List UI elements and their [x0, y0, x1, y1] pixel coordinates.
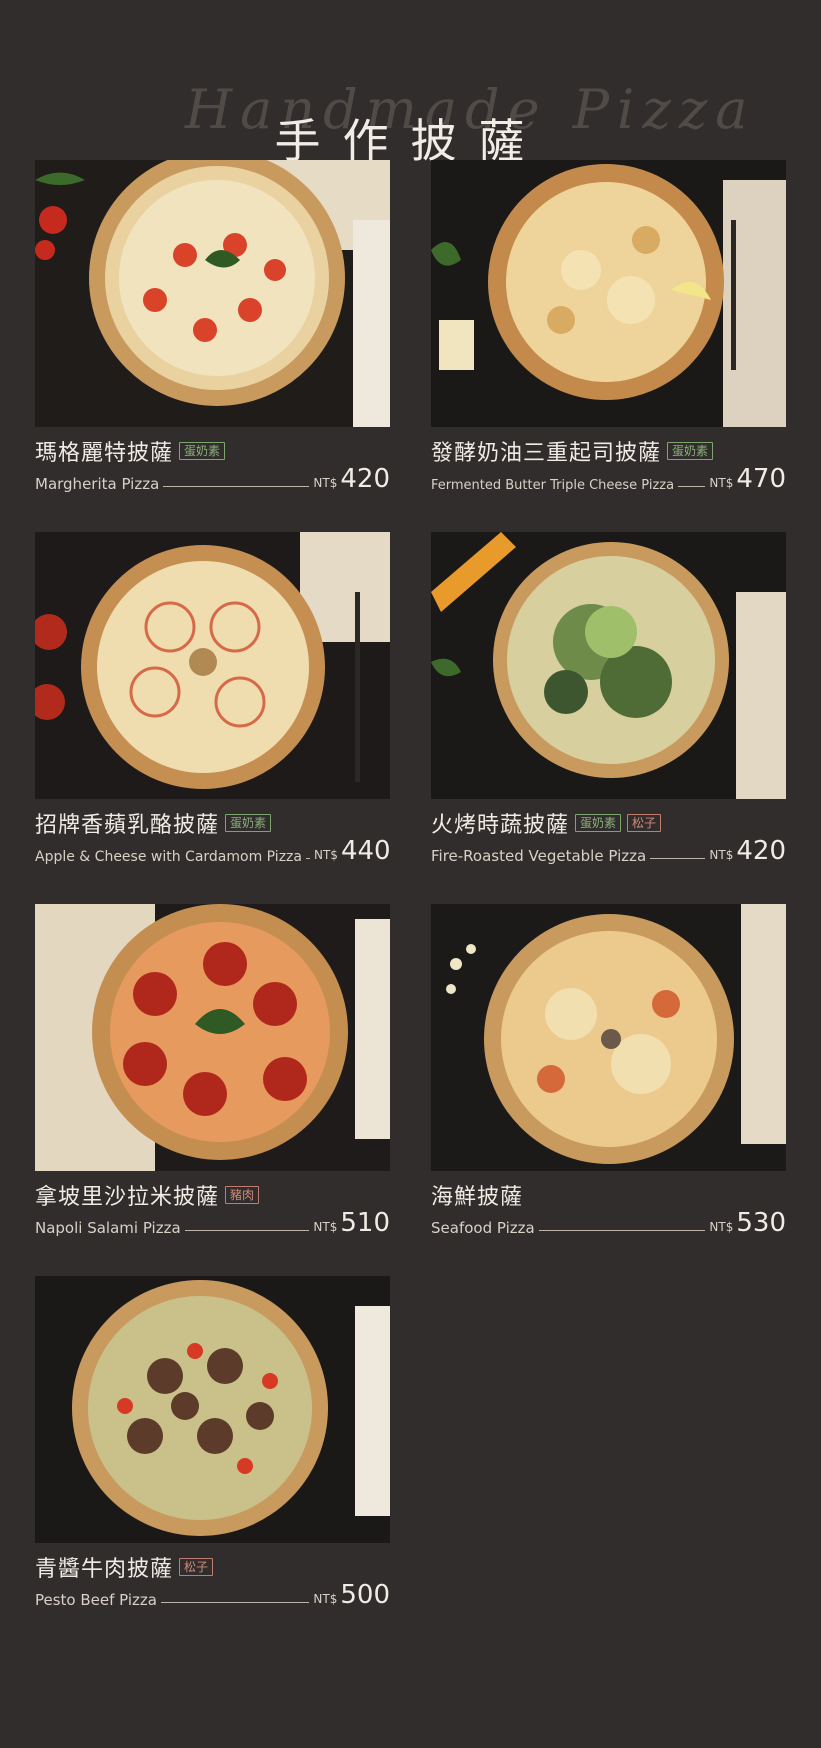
item-price: 530 [736, 1208, 786, 1238]
item-name-row: 瑪格麗特披薩 蛋奶素 [35, 436, 226, 466]
item-price: 470 [736, 464, 786, 494]
item-name-en: Fermented Butter Triple Cheese Pizza [431, 478, 675, 493]
item-name-row: 火烤時蔬披薩 蛋奶素 松子 [431, 808, 662, 838]
item-name-row: 發酵奶油三重起司披薩 蛋奶素 [431, 436, 714, 466]
diet-tag: 蛋奶素 [225, 814, 272, 832]
item-name-zh: 招牌香蘋乳酪披薩 [35, 813, 220, 838]
currency-label: NT$ [313, 848, 338, 862]
item-name-zh: 發酵奶油三重起司披薩 [431, 441, 662, 466]
item-name-zh: 青醬牛肉披薩 [35, 1557, 174, 1582]
menu-item-triple-cheese: 發酵奶油三重起司披薩 蛋奶素 Fermented Butter Triple C… [431, 160, 786, 493]
menu-item-apple-cheese: 招牌香蘋乳酪披薩 蛋奶素 Apple & Cheese with Cardamo… [35, 532, 391, 866]
pizza-photo [431, 160, 786, 427]
currency-label: NT$ [313, 476, 338, 490]
pizza-photo [35, 160, 390, 427]
dotted-leader [163, 486, 310, 487]
currency-label: NT$ [709, 476, 734, 490]
diet-tag: 蛋奶素 [667, 442, 714, 460]
item-name-en: Apple & Cheese with Cardamom Pizza [35, 849, 302, 865]
item-name-zh: 海鮮披薩 [431, 1185, 524, 1210]
allergen-tag: 豬肉 [225, 1186, 260, 1204]
item-name-en: Margherita Pizza [35, 475, 160, 493]
pizza-photo [35, 532, 390, 799]
dotted-leader [650, 858, 706, 859]
item-name-en: Pesto Beef Pizza [35, 1591, 157, 1609]
dotted-leader [184, 1230, 310, 1231]
allergen-tag: 松子 [179, 1558, 214, 1576]
dotted-leader [305, 858, 310, 859]
item-price-row: Napoli Salami Pizza NT$ 510 [35, 1209, 390, 1237]
item-name-en: Napoli Salami Pizza [35, 1219, 181, 1237]
item-name-row: 青醬牛肉披薩 松子 [35, 1552, 214, 1582]
menu-item-seafood: 海鮮披薩 Seafood Pizza NT$ 530 [431, 904, 786, 1237]
item-price-row: Fermented Butter Triple Cheese Pizza NT$… [431, 465, 786, 493]
item-price: 440 [340, 836, 391, 866]
item-price-row: Pesto Beef Pizza NT$ 500 [35, 1581, 390, 1609]
currency-label: NT$ [313, 1592, 338, 1606]
item-name-en: Fire-Roasted Vegetable Pizza [431, 847, 647, 865]
dotted-leader [678, 486, 706, 487]
currency-label: NT$ [709, 848, 734, 862]
dotted-leader [538, 1230, 706, 1231]
pizza-photo [431, 904, 786, 1171]
item-name-en: Seafood Pizza [431, 1219, 535, 1237]
menu-item-margherita: 瑪格麗特披薩 蛋奶素 Margherita Pizza NT$ 420 [35, 160, 390, 493]
item-price: 500 [340, 1580, 390, 1610]
item-name-zh: 火烤時蔬披薩 [431, 813, 570, 838]
item-name-row: 拿坡里沙拉米披薩 豬肉 [35, 1180, 260, 1210]
item-name-row: 招牌香蘋乳酪披薩 蛋奶素 [35, 808, 272, 838]
item-name-zh: 拿坡里沙拉米披薩 [35, 1185, 220, 1210]
menu-item-pesto-beef: 青醬牛肉披薩 松子 Pesto Beef Pizza NT$ 500 [35, 1276, 390, 1609]
item-name-row: 海鮮披薩 [431, 1180, 523, 1210]
pizza-photo [35, 904, 390, 1171]
dotted-leader [161, 1602, 310, 1603]
item-price: 510 [340, 1208, 390, 1238]
diet-tag: 蛋奶素 [575, 814, 622, 832]
currency-label: NT$ [709, 1220, 734, 1234]
menu-item-napoli-salami: 拿坡里沙拉米披薩 豬肉 Napoli Salami Pizza NT$ 510 [35, 904, 390, 1237]
item-price-row: Seafood Pizza NT$ 530 [431, 1209, 786, 1237]
item-price: 420 [340, 464, 390, 494]
allergen-tag: 松子 [627, 814, 662, 832]
currency-label: NT$ [313, 1220, 338, 1234]
pizza-photo [431, 532, 786, 799]
item-price-row: Fire-Roasted Vegetable Pizza NT$ 420 [431, 837, 786, 865]
diet-tag: 蛋奶素 [179, 442, 226, 460]
menu-header: Handmade Pizza 手作披薩 [0, 40, 821, 168]
item-price-row: Apple & Cheese with Cardamom Pizza NT$ 4… [35, 836, 391, 866]
menu-item-fire-roasted-vegetable: 火烤時蔬披薩 蛋奶素 松子 Fire-Roasted Vegetable Piz… [431, 532, 786, 865]
pizza-photo [35, 1276, 390, 1543]
item-price-row: Margherita Pizza NT$ 420 [35, 465, 390, 493]
item-name-zh: 瑪格麗特披薩 [35, 441, 174, 466]
item-price: 420 [736, 836, 786, 866]
